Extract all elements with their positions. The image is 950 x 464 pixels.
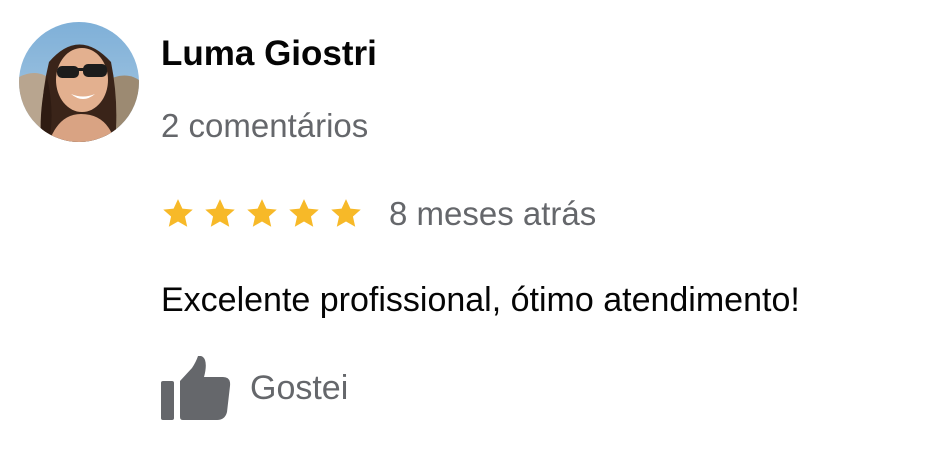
star-icon bbox=[205, 199, 235, 227]
like-label: Gostei bbox=[250, 369, 349, 407]
review-time[interactable]: 8 meses atrás bbox=[389, 194, 596, 234]
rating-row: 8 meses atrás bbox=[161, 193, 596, 235]
star-icon bbox=[163, 199, 193, 227]
reviewer-name[interactable]: Luma Giostri bbox=[161, 34, 377, 74]
star-icon bbox=[289, 199, 319, 227]
avatar[interactable] bbox=[19, 22, 139, 142]
star-icon bbox=[247, 199, 277, 227]
like-button[interactable]: Gostei bbox=[161, 356, 348, 420]
review-text: Excelente profissional, ótimo atendiment… bbox=[161, 281, 800, 319]
star-icon bbox=[331, 199, 361, 227]
review-card: Luma Giostri 2 comentários 8 meses atrás… bbox=[0, 0, 950, 464]
review-count: 2 comentários bbox=[161, 107, 369, 144]
star-rating bbox=[161, 197, 363, 231]
thumbs-up-icon bbox=[161, 356, 231, 420]
